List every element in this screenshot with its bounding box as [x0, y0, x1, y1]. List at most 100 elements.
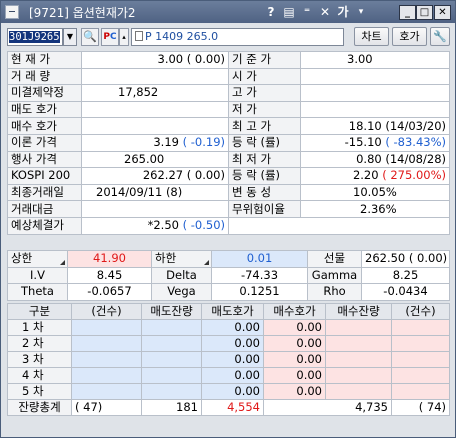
ask-qty-cell: [141, 335, 202, 352]
lower-limit-label[interactable]: 하한: [151, 250, 212, 268]
table-row[interactable]: 1 차 0.00 0.00: [7, 319, 450, 336]
info-row: 거래대금 무위험이율 2.36%: [7, 200, 450, 218]
all-time-low-value: 0.80 (14/08/28): [300, 150, 450, 169]
volatility-value: 10.05%: [300, 183, 450, 202]
table-row[interactable]: 5 차 0.00 0.00: [7, 383, 450, 400]
close-button[interactable]: ✕: [434, 5, 451, 20]
chart-button[interactable]: 차트: [354, 27, 389, 46]
bid-count-cell: [391, 383, 450, 400]
current-price-label: 현 재 가: [7, 51, 82, 69]
level-label: 5 차: [7, 383, 72, 400]
gamma-label: Gamma: [307, 266, 362, 284]
option-name: P 1409 265.0: [145, 30, 219, 43]
base-price-value: 3.00: [300, 51, 450, 69]
empty-cell: [300, 216, 450, 235]
volatility-label: 변 동 성: [228, 183, 301, 202]
bid-price-cell: 0.00: [263, 367, 326, 384]
theoretical-price-label: 이론 가격: [7, 133, 82, 152]
total-ask-count: ( 47): [71, 399, 142, 416]
ask-price-cell: 0.00: [201, 351, 264, 368]
menu-dropdown-icon[interactable]: ▾: [353, 4, 369, 20]
info-row: 최종거래일 2014/09/11 (8) 변 동 성 10.05%: [7, 183, 450, 202]
futures-value: 262.50 ( 0.00): [361, 250, 450, 268]
table-row[interactable]: 3 차 0.00 0.00: [7, 351, 450, 368]
high-change-rate: ( -83.43%): [385, 135, 446, 150]
code-input[interactable]: 301J9265: [7, 28, 63, 46]
open-interest-label: 미결제약정: [7, 84, 82, 102]
bid-price-value: [81, 117, 229, 135]
theoretical-price-diff: ( -0.19): [182, 135, 225, 150]
level-label: 4 차: [7, 367, 72, 384]
bid-price-label: 매수 호가: [7, 117, 82, 135]
bid-price-cell: 0.00: [263, 319, 326, 336]
link-icon[interactable]: ✕: [317, 4, 333, 20]
level-label: 2 차: [7, 335, 72, 352]
font-size-icon[interactable]: 가: [335, 4, 351, 20]
wrench-icon[interactable]: 🔧: [430, 27, 450, 46]
header-category: 구분: [7, 303, 72, 320]
upper-limit-value: 41.90: [67, 250, 152, 268]
spinner-icon[interactable]: ▴: [119, 28, 129, 46]
hoga-button[interactable]: 호가: [392, 27, 427, 46]
open-interest-value: 17,852: [81, 84, 229, 102]
high-price-value: [300, 84, 450, 102]
code-value: 301J9265: [9, 31, 60, 43]
high-change: -15.10: [344, 135, 382, 150]
toolbar: 301J9265 ▼ 🔍 PC ▴ P 1409 265.0 차트 호가 🔧: [1, 24, 455, 48]
upper-limit-label[interactable]: 상한: [7, 250, 68, 268]
bid-count-cell: [391, 351, 450, 368]
volume-label: 거 래 량: [7, 67, 82, 86]
quote-info-table: 현 재 가 3.00 ( 0.00) 기 준 가 3.00 거 래 량 시 가 …: [7, 51, 450, 235]
total-ask-qty: 181: [141, 399, 202, 416]
bid-count-cell: [391, 319, 450, 336]
info-row: 매도 호가 저 가: [7, 100, 450, 119]
greeks-row: I.V 8.45 Delta -74.33 Gamma 8.25: [7, 266, 450, 284]
theoretical-price-value: 3.19 ( -0.19): [81, 133, 229, 152]
trade-amount-value: [81, 200, 229, 218]
expected-price-value: *2.50 ( -0.50): [81, 216, 229, 235]
expected-price: *2.50: [147, 218, 179, 233]
table-row[interactable]: 4 차 0.00 0.00: [7, 367, 450, 384]
list-icon[interactable]: ▤: [281, 4, 297, 20]
bid-price-cell: 0.00: [263, 383, 326, 400]
vega-label: Vega: [151, 283, 212, 301]
table-row[interactable]: 2 차 0.00 0.00: [7, 335, 450, 352]
ask-count-cell: [71, 335, 142, 352]
ask-price-label: 매도 호가: [7, 100, 82, 119]
maximize-button[interactable]: □: [416, 5, 433, 20]
bid-qty-cell: [325, 319, 392, 336]
ask-price-cell: 0.00: [201, 367, 264, 384]
open-price-value: [300, 67, 450, 86]
bid-price-cell: 0.00: [263, 351, 326, 368]
bid-qty-cell: [325, 335, 392, 352]
high-change-label: 등 락 (률): [228, 133, 301, 152]
ask-price-cell: 0.00: [201, 319, 264, 336]
total-bid-qty: 4,735: [325, 399, 392, 416]
low-price-label: 저 가: [228, 100, 301, 119]
total-label: 잔량총계: [7, 399, 72, 416]
search-icon[interactable]: 🔍: [81, 28, 99, 46]
info-row: 미결제약정 17,852 고 가: [7, 84, 450, 102]
title-bar[interactable]: [9721] 옵션현재가2 ? ▤ ⁼ ✕ 가 ▾ _ □ ✕: [1, 1, 455, 23]
low-change-label: 등 락 (률): [228, 167, 301, 185]
ask-count-cell: [71, 351, 142, 368]
kospi200-label: KOSPI 200: [7, 167, 82, 185]
low-change: 2.20: [352, 168, 379, 183]
risk-free-rate-value: 2.36%: [300, 200, 450, 218]
minimize-button[interactable]: _: [399, 5, 416, 20]
header-ask-price: 매도호가: [201, 303, 264, 320]
bid-qty-cell: [325, 383, 392, 400]
rho-label: Rho: [307, 283, 362, 301]
expected-price-diff: ( -0.50): [182, 218, 225, 233]
info-row: 거 래 량 시 가: [7, 67, 450, 86]
ask-count-cell: [71, 367, 142, 384]
help-icon[interactable]: ?: [263, 4, 279, 20]
iv-value: 8.45: [67, 266, 152, 284]
risk-free-rate-label: 무위험이율: [228, 200, 301, 218]
header-ask-count: (건수): [71, 303, 142, 320]
futures-label: 선물: [307, 250, 362, 268]
option-type-icon[interactable]: PC: [101, 28, 119, 46]
code-dropdown-button[interactable]: ▼: [63, 28, 77, 46]
settings-icon[interactable]: ⁼: [299, 4, 315, 20]
info-row: 예상체결가 *2.50 ( -0.50): [7, 216, 450, 235]
